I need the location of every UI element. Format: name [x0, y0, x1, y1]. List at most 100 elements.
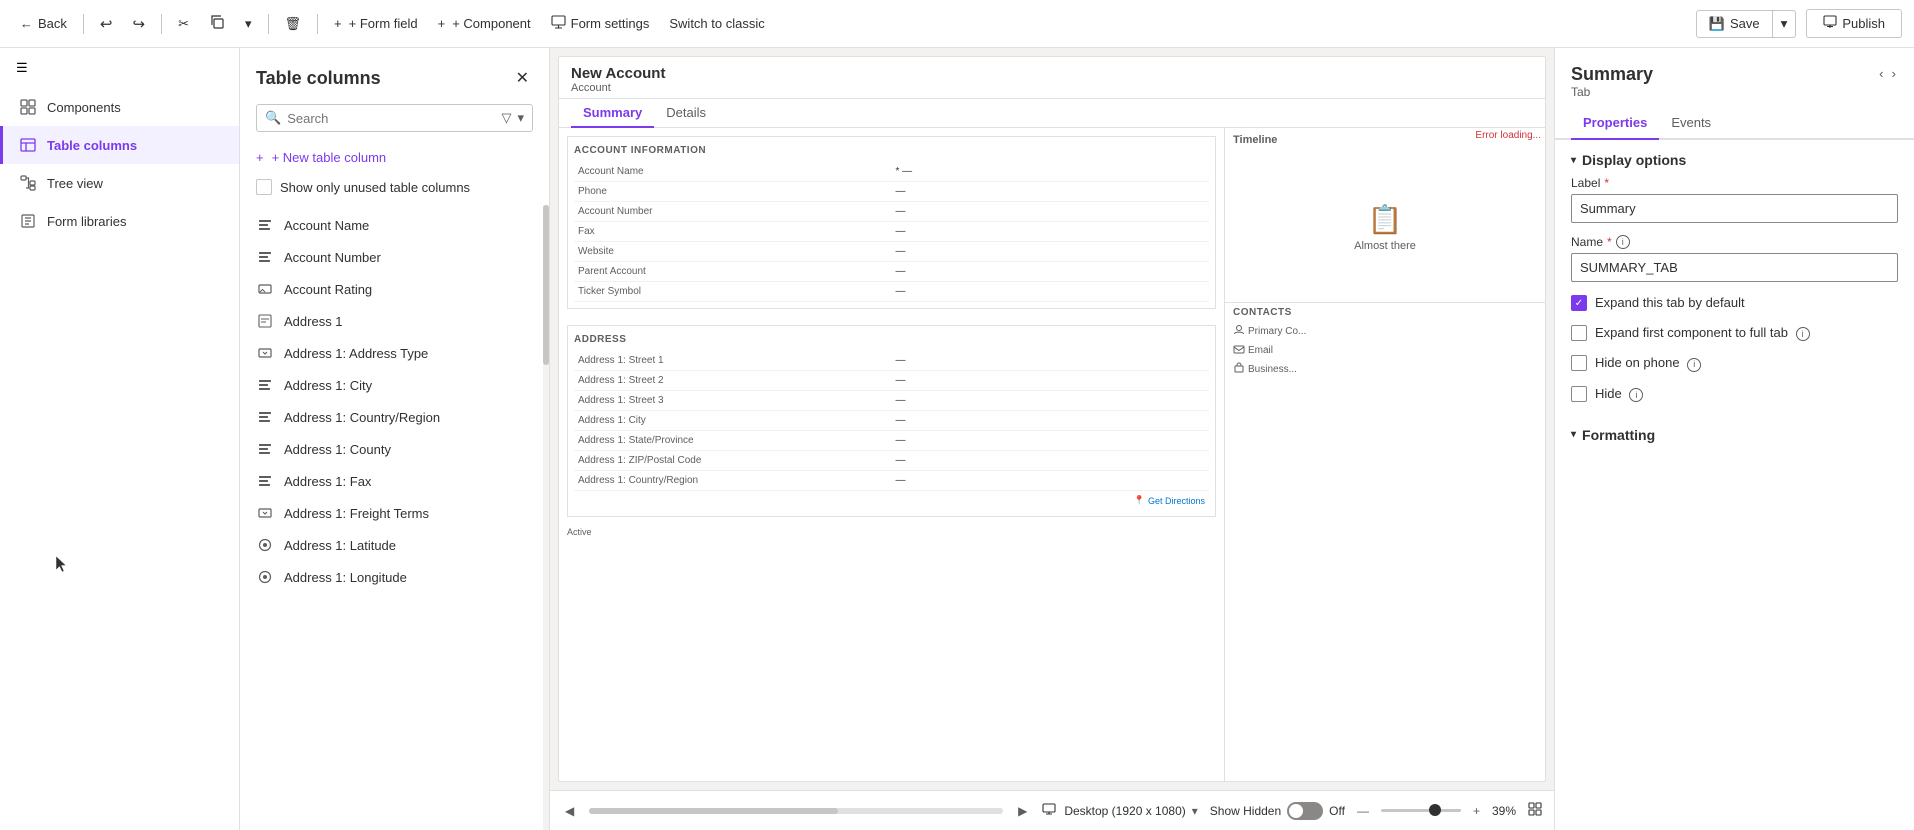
redo-button[interactable]: ↪	[124, 10, 153, 38]
hide-info-icon[interactable]: i	[1629, 388, 1643, 402]
list-item[interactable]: Account Name	[240, 209, 549, 241]
switch-classic-label: Switch to classic	[669, 16, 764, 31]
toolbar-divider-2	[161, 14, 162, 34]
hamburger-button[interactable]: ☰	[0, 48, 239, 88]
show-unused-checkbox-row[interactable]: Show only unused table columns	[256, 175, 533, 199]
sidebar-item-form-libraries[interactable]: Form libraries	[0, 202, 239, 240]
formatting-header[interactable]: ▾ Formatting	[1571, 415, 1898, 451]
add-field-icon: +	[334, 16, 342, 31]
form-settings-button[interactable]: Form settings	[543, 10, 658, 38]
business-label: Business...	[1248, 364, 1297, 375]
tab-summary[interactable]: Summary	[571, 99, 654, 128]
list-item[interactable]: Address 1: Country/Region	[240, 401, 549, 433]
form-settings-icon	[551, 15, 566, 33]
fit-icon[interactable]	[1528, 802, 1542, 819]
text-column-icon	[256, 216, 274, 234]
toolbar-divider-1	[83, 14, 84, 34]
sidebar-item-components-label: Components	[47, 100, 121, 115]
bottom-scrollbar[interactable]	[589, 808, 1003, 814]
components-icon	[19, 98, 37, 116]
scroll-left-icon[interactable]: ◀	[562, 804, 577, 818]
zoom-plus-icon[interactable]: +	[1473, 804, 1480, 818]
name-field-label: Name * i	[1571, 235, 1898, 249]
list-item[interactable]: Address 1: Latitude	[240, 529, 549, 561]
show-hidden-toggle[interactable]	[1287, 802, 1323, 820]
back-label: Back	[38, 16, 67, 31]
tab-events[interactable]: Events	[1659, 107, 1723, 140]
desktop-selector[interactable]: Desktop (1920 x 1080) ▾	[1042, 803, 1197, 818]
add-field-button[interactable]: + + Form field	[326, 11, 426, 36]
list-item[interactable]: Address 1	[240, 305, 549, 337]
expand-first-info-icon[interactable]: i	[1796, 327, 1810, 341]
text-column-icon	[256, 408, 274, 426]
back-button[interactable]: ← Back	[12, 11, 75, 36]
hide-phone-info-icon[interactable]: i	[1687, 358, 1701, 372]
text-multiline-column-icon	[256, 312, 274, 330]
expand-tab-checkbox[interactable]: ✓	[1571, 295, 1587, 311]
add-component-button[interactable]: + + Component	[430, 11, 539, 36]
delete-button[interactable]: 🗑	[277, 11, 310, 37]
business-icon	[1233, 362, 1245, 377]
search-input[interactable]	[287, 111, 495, 126]
form-right-column: Timeline 📋 Almost there CONTACTS	[1225, 128, 1545, 782]
copy-button[interactable]	[201, 9, 233, 38]
columns-panel-header: Table columns ✕	[240, 48, 549, 100]
hide-phone-checkbox[interactable]	[1571, 355, 1587, 371]
expand-first-row: Expand first component to full tab i	[1571, 324, 1898, 342]
zoom-slider[interactable]	[1381, 809, 1461, 812]
column-label: Address 1: Country/Region	[284, 410, 440, 425]
expand-first-checkbox[interactable]	[1571, 325, 1587, 341]
list-item[interactable]: Address 1: City	[240, 369, 549, 401]
main-layout: ☰ Components Table columns Tree view For…	[0, 48, 1914, 830]
right-panel-prev-button[interactable]: ‹	[1877, 64, 1885, 83]
status-bar: Active	[559, 525, 1224, 539]
save-dropdown-button[interactable]: ▾	[1773, 11, 1796, 37]
sidebar-item-components[interactable]: Components	[0, 88, 239, 126]
name-info-icon[interactable]: i	[1616, 235, 1630, 249]
get-directions-link[interactable]: 📍 Get Directions	[574, 491, 1209, 510]
new-table-column-button[interactable]: + + New table column	[256, 146, 533, 169]
name-input[interactable]	[1571, 253, 1898, 282]
filter-icon[interactable]: ▽	[501, 110, 511, 126]
list-item[interactable]: Address 1: Fax	[240, 465, 549, 497]
tab-properties[interactable]: Properties	[1571, 107, 1659, 140]
add-component-icon: +	[438, 16, 446, 31]
sidebar-item-table-columns[interactable]: Table columns	[0, 126, 239, 164]
label-input[interactable]	[1571, 194, 1898, 223]
column-label: Account Number	[284, 250, 381, 265]
zoom-level-label: 39%	[1492, 804, 1516, 818]
right-panel-next-button[interactable]: ›	[1890, 64, 1898, 83]
list-item[interactable]: Account Number	[240, 241, 549, 273]
display-options-header[interactable]: ▾ Display options	[1571, 140, 1898, 176]
new-table-column-label: + New table column	[272, 150, 387, 165]
redo-icon: ↪	[132, 15, 145, 33]
undo-button[interactable]: ↩	[92, 10, 121, 38]
list-item[interactable]: Address 1: County	[240, 433, 549, 465]
publish-button[interactable]: Publish	[1806, 9, 1902, 38]
scroll-thumb[interactable]	[543, 205, 549, 365]
label-field-label: Label *	[1571, 176, 1898, 190]
scroll-right-icon[interactable]: ▶	[1015, 804, 1030, 818]
sidebar-item-tree-view[interactable]: Tree view	[0, 164, 239, 202]
list-item[interactable]: Address 1: Freight Terms	[240, 497, 549, 529]
save-button[interactable]: 💾 Save	[1697, 11, 1773, 37]
email-label: Email	[1248, 345, 1273, 356]
cut-button[interactable]: ✂	[170, 11, 197, 37]
select-column-icon	[256, 280, 274, 298]
right-panel: Summary Tab ‹ › Properties Events ▾ Disp…	[1554, 48, 1914, 830]
hide-checkbox[interactable]	[1571, 386, 1587, 402]
columns-panel-close-button[interactable]: ✕	[512, 64, 533, 92]
form-tabs: Summary Details	[559, 99, 1545, 128]
email-row: Email	[1225, 341, 1545, 360]
tab-details[interactable]: Details	[654, 99, 718, 128]
list-item[interactable]: Account Rating	[240, 273, 549, 305]
copy-dropdown-button[interactable]: ▾	[237, 11, 260, 37]
list-item[interactable]: Address 1: Longitude	[240, 561, 549, 593]
show-unused-checkbox[interactable]	[256, 179, 272, 195]
column-label: Address 1: Longitude	[284, 570, 407, 585]
switch-classic-button[interactable]: Switch to classic	[661, 11, 772, 36]
filter-dropdown-icon[interactable]: ▾	[517, 110, 524, 126]
zoom-minus-icon[interactable]: —	[1357, 804, 1369, 818]
list-item[interactable]: Address 1: Address Type	[240, 337, 549, 369]
display-options-title: Display options	[1582, 152, 1686, 168]
